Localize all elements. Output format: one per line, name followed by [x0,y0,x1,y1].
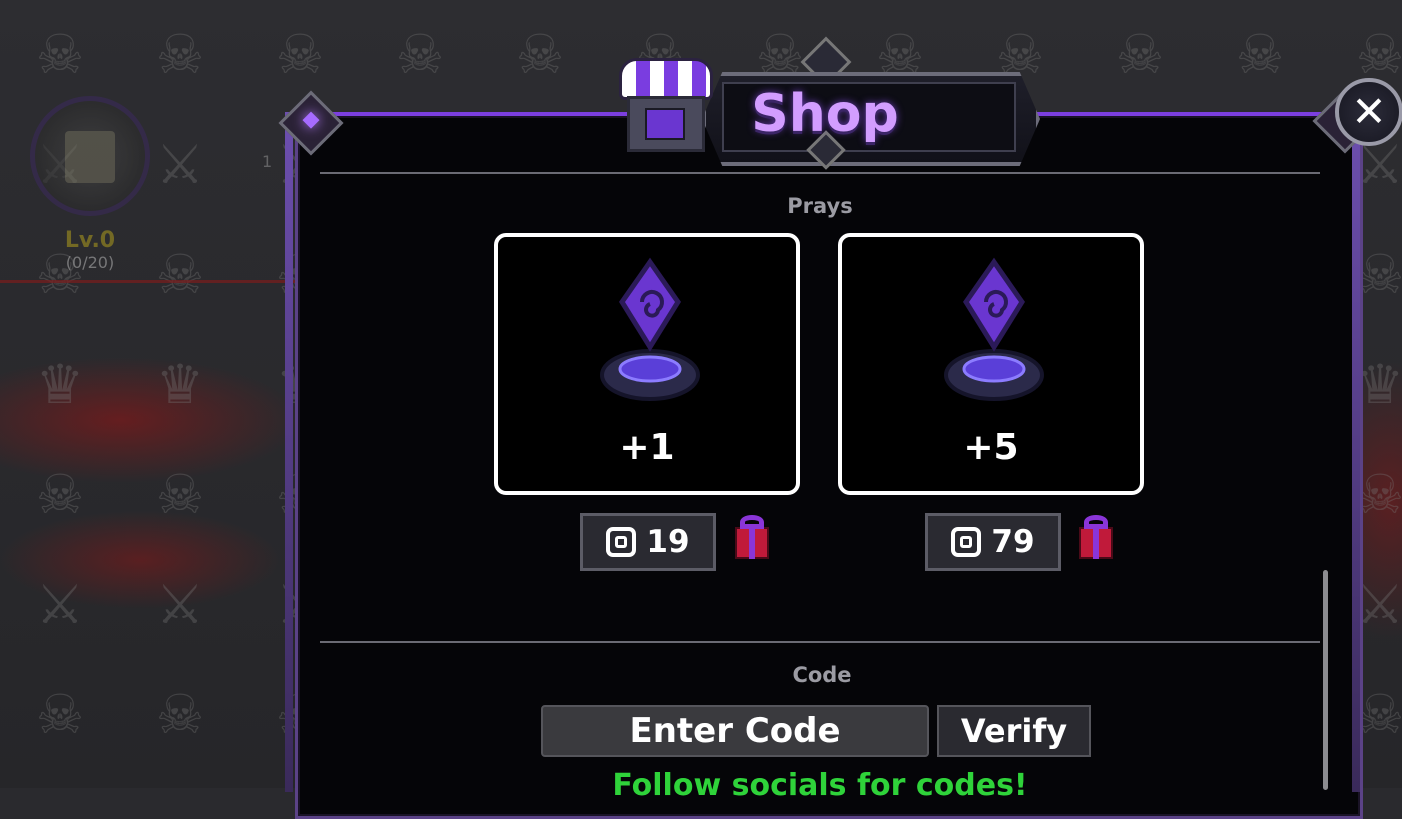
verify-button[interactable]: Verify [937,705,1091,757]
side-counter: 1 [262,152,273,171]
prays-section-title: Prays [787,194,853,218]
stall-awning [619,58,713,100]
pray-item-card-1[interactable]: +1 [494,233,800,495]
pray-amount: +1 [619,427,675,468]
code-input[interactable] [541,705,929,757]
price-label: 79 [991,524,1035,560]
pray-altar-icon [600,257,700,401]
follow-socials-text: Follow socials for codes! [612,768,1028,803]
shop-title: Shop [751,84,899,144]
divider-code [320,641,1320,643]
pray-altar-icon [944,257,1044,401]
avatar-face [65,131,115,183]
avatar [30,96,150,216]
gift-icon[interactable] [735,515,769,559]
buy-button-2[interactable]: 79 [925,513,1061,571]
stall-window [645,108,685,140]
player-xp: (0/20) [65,253,115,272]
gem-icon [302,111,320,129]
panel-frame-left [285,112,293,792]
pray-item-card-2[interactable]: +5 [838,233,1144,495]
robux-icon [606,527,637,557]
shop-stall-icon [615,58,713,154]
panel-frame-right [1352,112,1360,792]
background-red-line [0,280,300,283]
code-section-title: Code [792,663,852,687]
divider-top [320,172,1320,174]
scrollbar[interactable] [1323,570,1328,790]
pray-amount: +5 [963,427,1019,468]
robux-icon [951,527,982,557]
player-level: Lv.0 [64,228,116,253]
close-button[interactable]: ✕ [1335,78,1402,146]
player-badge[interactable]: Lv.0 (0/20) [30,96,150,272]
price-label: 19 [646,524,690,560]
buy-button-1[interactable]: 19 [580,513,716,571]
gift-icon[interactable] [1079,515,1113,559]
